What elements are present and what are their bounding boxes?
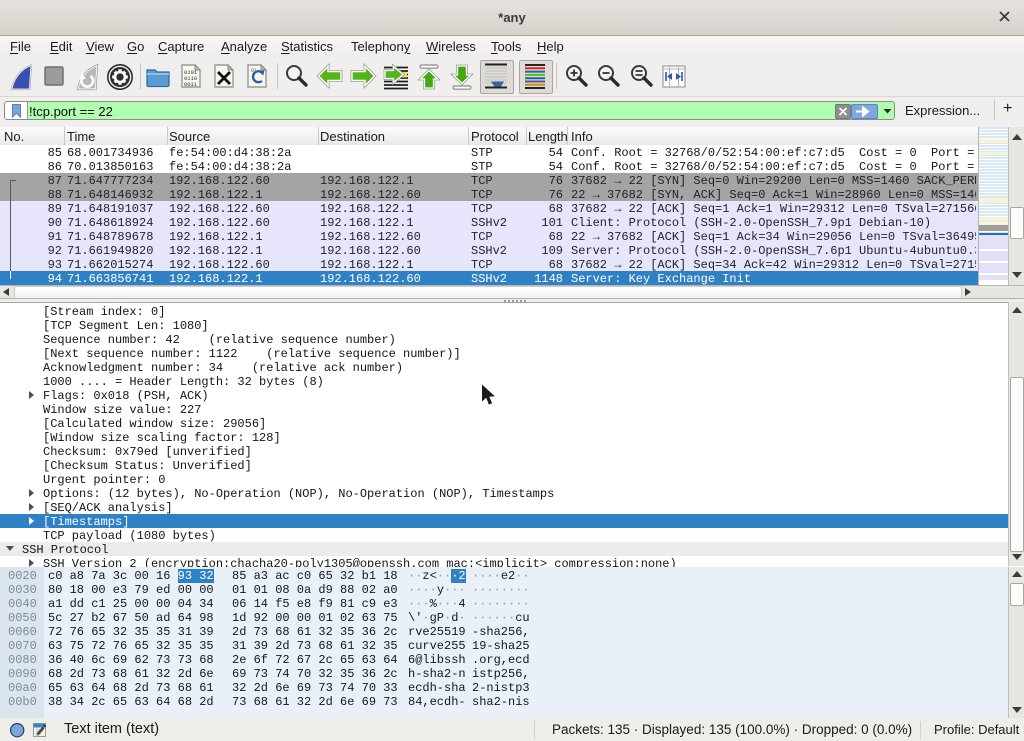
svg-text:0011: 0011: [184, 81, 198, 88]
svg-text:01: 01: [251, 68, 257, 74]
